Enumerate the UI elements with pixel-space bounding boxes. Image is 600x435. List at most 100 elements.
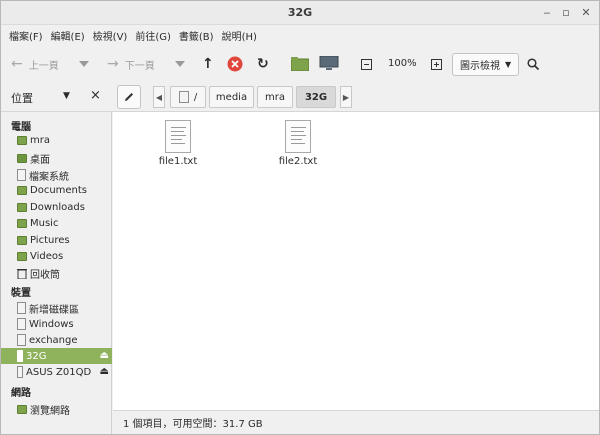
sidebar-item-downloads[interactable]: Downloads — [1, 199, 112, 215]
sidebar-item-new-volume[interactable]: 新增磁碟區 — [1, 300, 112, 316]
places-selector[interactable]: 位置 — [11, 90, 33, 106]
sidebar-item-asus[interactable]: ASUS Z01QD ⏏ — [1, 364, 112, 380]
sidebar-item-pictures[interactable]: Pictures — [1, 232, 112, 248]
close-sidebar-icon[interactable]: × — [90, 88, 101, 103]
file-manager-window: 32G ‒ ▫ ✕ 檔案(F) 編輯(E) 檢視(V) 前往(G) 書籤(B) … — [0, 0, 600, 435]
forward-label: 下一頁 — [124, 60, 155, 72]
dropdown-arrow-icon — [175, 61, 185, 67]
open-folder-button[interactable] — [291, 54, 309, 74]
window-title: 32G — [287, 6, 313, 19]
home-folder-icon — [17, 135, 27, 145]
phone-icon — [17, 366, 23, 378]
sidebar: 電腦 mra 桌面 檔案系統 Documents Downloads Music… — [1, 112, 112, 434]
reload-icon: ↻ — [257, 56, 269, 72]
back-history-dropdown[interactable] — [79, 54, 89, 74]
menu-edit[interactable]: 編輯(E) — [47, 28, 89, 43]
zoom-level: 100% — [388, 58, 417, 69]
file-name: file2.txt — [278, 156, 318, 167]
trash-icon — [17, 268, 27, 279]
breadcrumb-mra[interactable]: mra — [257, 86, 293, 108]
breadcrumb-right-arrow[interactable]: ▶ — [340, 86, 352, 108]
toggle-location-entry-button[interactable] — [117, 85, 141, 109]
forward-button[interactable]: → 下一頁 — [107, 54, 155, 74]
search-button[interactable] — [527, 54, 539, 74]
up-arrow-icon: ↑ — [202, 56, 214, 72]
sidebar-item-windows[interactable]: Windows — [1, 316, 112, 332]
view-mode-label: 圖示檢視 — [460, 61, 500, 72]
sidebar-item-music[interactable]: Music — [1, 215, 112, 231]
breadcrumb-root[interactable]: / — [170, 86, 206, 108]
sidebar-item-trash[interactable]: 回收筒 — [1, 265, 112, 281]
back-button[interactable]: ← 上一頁 — [11, 54, 59, 74]
monitor-icon — [319, 56, 339, 70]
network-folder-icon — [17, 404, 27, 414]
sidebar-item-browse-network[interactable]: 瀏覽網路 — [1, 401, 112, 417]
pencil-icon — [125, 93, 133, 101]
menu-help[interactable]: 說明(H) — [218, 28, 261, 43]
maximize-icon[interactable]: ▫ — [558, 5, 574, 21]
stop-button[interactable] — [227, 54, 243, 74]
sidebar-item-label: 檔案系統 — [29, 171, 69, 183]
zoom-out-icon — [361, 58, 372, 70]
drive-icon — [17, 334, 26, 346]
drive-icon — [178, 91, 189, 103]
sidebar-item-label: Pictures — [30, 234, 70, 246]
forward-history-dropdown[interactable] — [175, 54, 185, 74]
chevron-down-icon[interactable]: ▼ — [63, 91, 70, 101]
sidebar-item-label: exchange — [29, 334, 78, 346]
usb-drive-icon — [17, 350, 23, 362]
zoom-in-button[interactable] — [431, 54, 442, 74]
forward-arrow-icon: → — [107, 56, 119, 72]
reload-button[interactable]: ↻ — [257, 54, 269, 74]
section-computer: 電腦 — [11, 122, 31, 133]
menu-bookmarks[interactable]: 書籤(B) — [175, 28, 218, 43]
title-bar: 32G ‒ ▫ ✕ — [1, 1, 599, 25]
zoom-out-button[interactable] — [361, 54, 372, 74]
breadcrumb-current[interactable]: 32G — [296, 86, 336, 108]
menu-go[interactable]: 前往(G) — [131, 28, 175, 43]
drive-icon — [17, 169, 26, 181]
location-row: 位置 ▼ × ◀ / media mra 32G ▶ — [1, 82, 599, 112]
file-item[interactable]: file2.txt — [263, 112, 333, 167]
menu-bar: 檔案(F) 編輯(E) 檢視(V) 前往(G) 書籤(B) 說明(H) — [1, 25, 599, 46]
sidebar-item-label: 瀏覽網路 — [30, 405, 70, 417]
sidebar-item-label: Videos — [30, 250, 64, 262]
section-network: 網路 — [11, 388, 31, 399]
music-folder-icon — [17, 218, 27, 228]
breadcrumb-root-label: / — [193, 91, 198, 103]
status-text: 1 個項目，可用空間：31.7 GB — [123, 419, 263, 430]
status-bar: 1 個項目，可用空間：31.7 GB — [113, 410, 599, 434]
desktop-folder-icon — [17, 153, 27, 163]
text-file-icon — [285, 120, 311, 153]
sidebar-item-filesystem[interactable]: 檔案系統 — [1, 167, 112, 183]
close-icon[interactable]: ✕ — [578, 5, 594, 21]
search-icon — [527, 58, 539, 70]
sidebar-item-label: 桌面 — [30, 154, 50, 166]
sidebar-item-exchange[interactable]: exchange — [1, 332, 112, 348]
sidebar-item-32g[interactable]: 32G ⏏ — [1, 348, 112, 364]
sidebar-item-videos[interactable]: Videos — [1, 248, 112, 264]
stop-icon — [227, 56, 243, 72]
menu-view[interactable]: 檢視(V) — [89, 28, 132, 43]
sidebar-item-label: 新增磁碟區 — [29, 304, 79, 316]
sidebar-item-documents[interactable]: Documents — [1, 182, 112, 198]
minimize-icon[interactable]: ‒ — [539, 5, 555, 21]
menu-file[interactable]: 檔案(F) — [5, 28, 47, 43]
sidebar-item-home[interactable]: mra — [1, 132, 112, 148]
breadcrumb-media[interactable]: media — [209, 86, 254, 108]
eject-icon[interactable]: ⏏ — [100, 350, 109, 361]
file-item[interactable]: file1.txt — [143, 112, 213, 167]
file-view[interactable]: file1.txt file2.txt — [113, 112, 599, 410]
dropdown-arrow-icon — [79, 61, 89, 67]
computer-button[interactable] — [319, 54, 339, 74]
view-mode-select[interactable]: 圖示檢視 ▼ — [452, 53, 519, 76]
up-button[interactable]: ↑ — [202, 54, 214, 74]
sidebar-item-desktop[interactable]: 桌面 — [1, 150, 112, 166]
sidebar-item-label: ASUS Z01QD — [26, 366, 92, 378]
sidebar-item-label: Music — [30, 217, 59, 229]
text-file-icon — [165, 120, 191, 153]
breadcrumb-left-arrow[interactable]: ◀ — [153, 86, 165, 108]
pictures-folder-icon — [17, 235, 27, 245]
eject-icon[interactable]: ⏏ — [100, 366, 109, 377]
section-devices: 裝置 — [11, 288, 31, 299]
